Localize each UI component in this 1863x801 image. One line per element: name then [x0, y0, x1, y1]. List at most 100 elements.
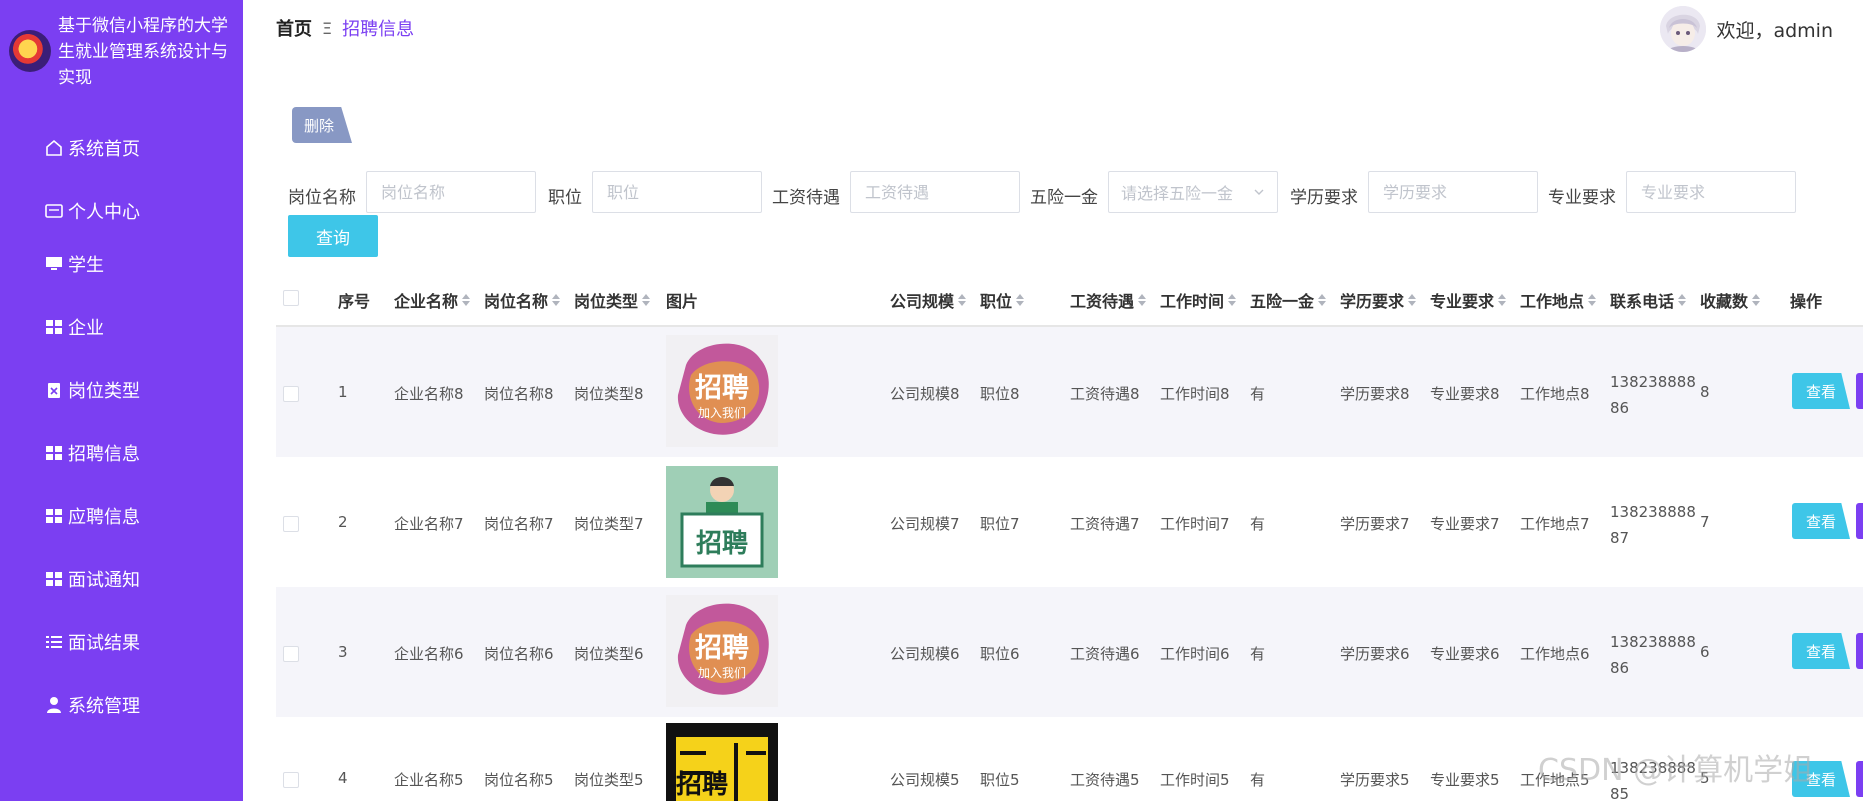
job-image[interactable]: 招聘: [666, 723, 778, 801]
edit-button[interactable]: [1856, 373, 1863, 409]
cell-position: 职位5: [980, 771, 1020, 789]
breadcrumb-current: 招聘信息: [342, 19, 415, 40]
edit-button[interactable]: [1856, 503, 1863, 539]
cell-salary: 工资待遇5: [1070, 771, 1140, 789]
select-all-checkbox[interactable]: [283, 290, 299, 306]
edit-button[interactable]: [1856, 761, 1863, 797]
sidebar-item-interview-result[interactable]: 面试结果: [44, 627, 140, 657]
cell-work-time: 工作时间5: [1160, 771, 1230, 789]
sort-icon[interactable]: [1228, 294, 1237, 306]
sort-icon[interactable]: [642, 294, 651, 306]
sidebar: 基于微信小程序的大学生就业管理系统设计与实现 系统首页 个人中心 学生 企业 岗…: [0, 0, 243, 801]
sort-icon[interactable]: [1318, 294, 1327, 306]
sidebar-item-recruitment[interactable]: 招聘信息: [44, 438, 140, 468]
header-work-time[interactable]: 工作时间: [1160, 288, 1237, 312]
sort-icon[interactable]: [1016, 294, 1025, 306]
header-insurance[interactable]: 五险一金: [1250, 288, 1327, 312]
home-icon: [44, 138, 64, 158]
view-button[interactable]: 查看: [1792, 503, 1850, 539]
header-label: 序号: [338, 292, 371, 311]
row-checkbox[interactable]: [283, 386, 299, 402]
sidebar-item-student[interactable]: 学生: [44, 249, 104, 279]
clipboard-icon: [44, 380, 64, 400]
cell-salary: 工资待遇8: [1070, 385, 1140, 403]
header-location[interactable]: 工作地点: [1520, 288, 1597, 312]
cell-index: 4: [338, 769, 348, 787]
header-label: 操作: [1790, 292, 1823, 311]
cell-company: 企业名称6: [394, 645, 464, 663]
header-label: 学历要求: [1340, 292, 1405, 311]
sidebar-item-label: 面试结果: [68, 633, 140, 654]
grid-icon: [44, 443, 64, 463]
sidebar-item-profile[interactable]: 个人中心: [44, 196, 140, 226]
row-checkbox[interactable]: [283, 646, 299, 662]
header-label: 收藏数: [1700, 292, 1749, 311]
cell-major: 专业要求8: [1430, 385, 1500, 403]
query-button[interactable]: 查询: [288, 215, 378, 257]
header-favorites[interactable]: 收藏数: [1700, 288, 1761, 312]
education-label: 学历要求: [1290, 188, 1358, 208]
sort-icon[interactable]: [552, 294, 561, 306]
sort-icon[interactable]: [1752, 294, 1761, 306]
delete-button[interactable]: 删除: [292, 107, 352, 143]
salary-input[interactable]: [850, 171, 1020, 213]
cell-work-time: 工作时间8: [1160, 385, 1230, 403]
cell-education: 学历要求8: [1340, 385, 1410, 403]
cell-insurance: 有: [1250, 771, 1266, 789]
image-subtitle: 加入我们: [698, 405, 746, 420]
sidebar-item-interview-notice[interactable]: 面试通知: [44, 564, 140, 594]
job-image[interactable]: 招聘 加入我们: [666, 595, 778, 707]
header-scale[interactable]: 公司规模: [890, 288, 967, 312]
job-image[interactable]: 招聘: [666, 466, 778, 578]
cell-job-name: 岗位名称5: [484, 771, 554, 789]
position-input[interactable]: [592, 171, 762, 213]
header-company[interactable]: 企业名称: [394, 288, 471, 312]
job-image[interactable]: 招聘 加入我们: [666, 335, 778, 447]
sort-icon[interactable]: [1678, 294, 1687, 306]
insurance-select[interactable]: 请选择五险一金: [1108, 171, 1278, 213]
cell-salary: 工资待遇6: [1070, 645, 1140, 663]
list-icon: [44, 632, 64, 652]
row-checkbox[interactable]: [283, 516, 299, 532]
sort-icon[interactable]: [1498, 294, 1507, 306]
cell-job-type: 岗位类型7: [574, 515, 644, 533]
cell-insurance: 有: [1250, 645, 1266, 663]
header-education[interactable]: 学历要求: [1340, 288, 1417, 312]
sort-icon[interactable]: [1408, 294, 1417, 306]
sidebar-item-application[interactable]: 应聘信息: [44, 501, 140, 531]
major-input[interactable]: [1626, 171, 1796, 213]
sidebar-item-system[interactable]: 系统管理: [44, 690, 140, 720]
cell-index: 3: [338, 643, 348, 661]
header-job-name[interactable]: 岗位名称: [484, 288, 561, 312]
header-major[interactable]: 专业要求: [1430, 288, 1507, 312]
sort-icon[interactable]: [958, 294, 967, 306]
row-checkbox[interactable]: [283, 772, 299, 788]
edit-button[interactable]: [1856, 633, 1863, 669]
education-input[interactable]: [1368, 171, 1538, 213]
sidebar-item-label: 系统首页: [68, 139, 140, 160]
sort-icon[interactable]: [1588, 294, 1597, 306]
cell-job-name: 岗位名称7: [484, 515, 554, 533]
avatar[interactable]: [1660, 6, 1707, 52]
cell-favorites: 6: [1700, 643, 1710, 661]
header-salary[interactable]: 工资待遇: [1070, 288, 1147, 312]
sidebar-item-label: 岗位类型: [68, 381, 140, 402]
sidebar-item-job-type[interactable]: 岗位类型: [44, 375, 140, 405]
sort-icon[interactable]: [1138, 294, 1147, 306]
sidebar-item-company[interactable]: 企业: [44, 312, 104, 342]
header-position[interactable]: 职位: [980, 288, 1025, 312]
header-label: 岗位名称: [484, 292, 549, 311]
header-label: 联系电话: [1610, 292, 1675, 311]
view-button[interactable]: 查看: [1792, 633, 1850, 669]
view-button[interactable]: 查看: [1792, 373, 1850, 409]
job-name-input[interactable]: [366, 171, 536, 213]
breadcrumb-home[interactable]: 首页: [276, 15, 312, 41]
sort-icon[interactable]: [462, 294, 471, 306]
sidebar-item-label: 应聘信息: [68, 507, 140, 528]
header-image: 图片: [666, 288, 698, 312]
header-phone[interactable]: 联系电话: [1610, 288, 1687, 312]
cell-job-name: 岗位名称6: [484, 645, 554, 663]
header-job-type[interactable]: 岗位类型: [574, 288, 651, 312]
cell-job-type: 岗位类型8: [574, 385, 644, 403]
sidebar-item-home[interactable]: 系统首页: [44, 133, 140, 163]
